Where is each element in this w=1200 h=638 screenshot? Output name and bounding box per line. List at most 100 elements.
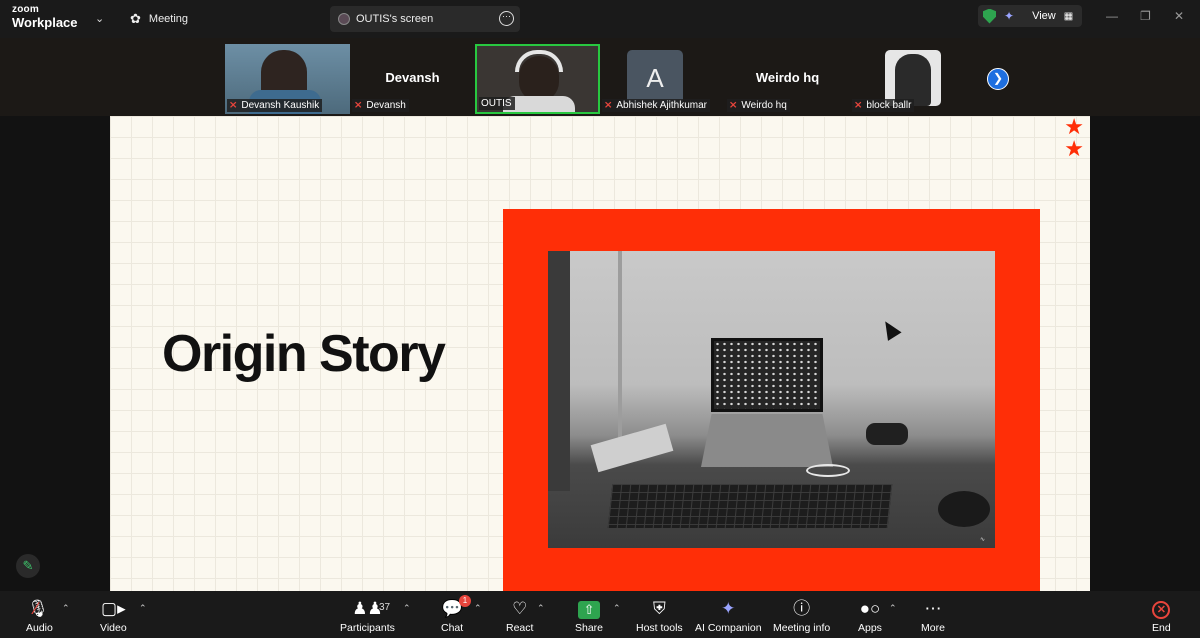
participant-name: Devansh Kaushik	[241, 100, 320, 111]
video-camera-icon: ▢▸	[101, 599, 126, 618]
participant-name: Devansh	[366, 100, 406, 111]
minimize-icon[interactable]: —	[1106, 9, 1118, 23]
meeting-tab-label: Meeting	[148, 13, 189, 25]
participant-name-tag: ⨯ Devansh	[352, 99, 409, 112]
presentation-slide: ★ ★ Origin Story ∿	[110, 116, 1090, 591]
participant-name: OUTIS	[481, 98, 512, 109]
audio-options-chevron-icon[interactable]: ⌃	[62, 603, 70, 614]
mic-muted-icon: ⨯	[729, 100, 738, 111]
react-options-chevron-icon[interactable]: ⌃	[537, 603, 545, 614]
avatar: A	[627, 50, 683, 106]
photo-pipe	[618, 251, 622, 451]
participant-tile-active[interactable]: OUTIS	[475, 44, 600, 114]
headphones-shape	[515, 50, 563, 72]
participant-display-name: Weirdo hq	[755, 70, 820, 85]
audio-button[interactable]: 🎙∕ Audio	[26, 598, 53, 634]
share-label: Share	[575, 622, 604, 634]
view-label: View	[1032, 10, 1056, 22]
mic-muted-icon: ⨯	[229, 100, 238, 111]
next-page-chevron-icon[interactable]: ❯	[987, 68, 1009, 90]
brand-top: zoom	[12, 4, 39, 15]
shared-screen-label: OUTIS's screen	[356, 13, 434, 25]
restore-icon[interactable]: ❐	[1140, 9, 1151, 23]
more-options-icon[interactable]: ···	[499, 11, 514, 26]
view-button[interactable]: ✦ View ▦	[978, 5, 1082, 27]
security-shield-icon[interactable]	[983, 8, 996, 24]
participant-name-tag: ⨯ block ballr	[852, 99, 915, 112]
video-button[interactable]: ▢▸ Video	[100, 598, 127, 634]
ai-companion-label: AI Companion	[695, 622, 762, 634]
apps-options-chevron-icon[interactable]: ⌃	[889, 603, 897, 614]
user-avatar-icon	[338, 13, 350, 25]
tab-meeting[interactable]: ✿ Meeting	[130, 11, 188, 27]
video-options-chevron-icon[interactable]: ⌃	[139, 603, 147, 614]
more-label: More	[921, 622, 945, 634]
end-label: End	[1152, 622, 1171, 634]
zoom-workplace-logo[interactable]: zoom Workplace	[12, 4, 78, 30]
share-button[interactable]: ⇧ Share	[575, 598, 603, 634]
close-icon[interactable]: ✕	[1174, 9, 1184, 23]
photo-books	[590, 423, 674, 473]
participant-tile[interactable]: ⨯ block ballr	[850, 44, 975, 114]
end-call-icon: ✕	[1152, 598, 1171, 620]
annotate-pen-icon[interactable]: ✎	[16, 554, 40, 578]
meeting-info-button[interactable]: ⓘ Meeting info	[773, 598, 830, 634]
chevron-down-icon[interactable]: ⌄	[95, 12, 104, 25]
participant-name: Abhishek Ajithkumar	[616, 100, 707, 111]
ai-sparkle-icon: ✦	[721, 599, 736, 618]
more-button[interactable]: ⋯ More	[921, 598, 945, 634]
info-icon: ⓘ	[793, 599, 811, 618]
heart-icon: ♡	[512, 599, 528, 618]
brand-bottom: Workplace	[12, 15, 78, 30]
participant-tile[interactable]: A ⨯ Abhishek Ajithkumar	[600, 44, 725, 114]
tab-shared-screen[interactable]: OUTIS's screen ···	[330, 6, 520, 32]
participant-name: Weirdo hq	[741, 100, 787, 111]
share-screen-icon: ⇧	[575, 598, 603, 620]
star-decoration-icon: ★ ★	[1064, 116, 1084, 161]
grid-icon: ▦	[1063, 10, 1074, 22]
participant-name-tag: ⨯ Weirdo hq	[727, 99, 790, 112]
video-label: Video	[100, 622, 127, 634]
participant-name-tag: OUTIS	[479, 97, 515, 110]
participant-name: block ballr	[866, 100, 912, 111]
desk-setup-photo: ∿	[548, 251, 995, 548]
photo-cable	[806, 464, 850, 477]
ai-sparkle-icon[interactable]: ✦	[1004, 9, 1014, 23]
meeting-info-label: Meeting info	[773, 622, 831, 634]
chat-options-chevron-icon[interactable]: ⌃	[474, 603, 482, 614]
participant-strip: ⨯ Devansh Kaushik Devansh ⨯ Devansh OUTI…	[0, 38, 1200, 116]
title-bar: zoom Workplace ⌄ ✿ Meeting OUTIS's scree…	[0, 0, 1200, 38]
participant-name-tag: ⨯ Abhishek Ajithkumar	[602, 99, 710, 112]
participant-tile[interactable]: ⨯ Devansh Kaushik	[225, 44, 350, 114]
share-options-chevron-icon[interactable]: ⌃	[613, 603, 621, 614]
chat-unread-badge: 1	[459, 595, 471, 607]
ai-companion-button[interactable]: ✦ AI Companion	[695, 598, 762, 634]
participants-count: 37	[379, 602, 391, 613]
host-tools-label: Host tools	[636, 622, 683, 634]
host-tools-button[interactable]: ⛨ Host tools	[636, 598, 683, 634]
mic-muted-icon: ⨯	[854, 100, 863, 111]
chat-button[interactable]: 💬 1 Chat	[441, 595, 471, 634]
shield-icon: ⛨	[652, 599, 666, 618]
apps-button[interactable]: ●○ Apps	[858, 598, 882, 634]
participant-name-tag: ⨯ Devansh Kaushik	[227, 99, 323, 112]
shared-screen-area: ★ ★ Origin Story ∿	[0, 116, 1200, 591]
photo-game-controller	[866, 423, 908, 445]
end-meeting-button[interactable]: ✕ End	[1152, 598, 1171, 634]
slide-title: Origin Story	[162, 325, 446, 383]
mic-muted-icon: 🎙∕	[27, 599, 49, 618]
apps-label: Apps	[858, 622, 882, 634]
react-button[interactable]: ♡ React	[506, 598, 533, 634]
photo-signature: ∿	[979, 537, 985, 543]
audio-label: Audio	[26, 622, 53, 634]
participant-display-name: Devansh	[385, 70, 440, 85]
participant-tile[interactable]: Devansh ⨯ Devansh	[350, 44, 475, 114]
participants-label: Participants	[340, 622, 395, 634]
photo-frame: ∿	[503, 209, 1040, 591]
photo-laptop-screen	[711, 338, 823, 412]
react-label: React	[506, 622, 534, 634]
participant-tile[interactable]: Weirdo hq ⨯ Weirdo hq	[725, 44, 850, 114]
photo-laptop-base	[701, 414, 833, 467]
participants-options-chevron-icon[interactable]: ⌃	[403, 603, 411, 614]
paw-icon: ✿	[130, 11, 141, 26]
